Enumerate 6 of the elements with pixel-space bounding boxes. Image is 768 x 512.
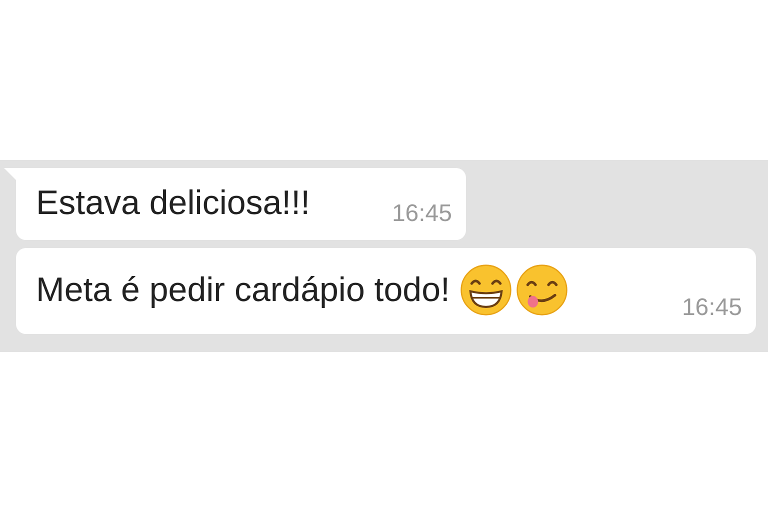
message-time: 16:45	[392, 200, 452, 229]
message-text: Meta é pedir cardápio todo!	[36, 270, 450, 310]
message-time: 16:45	[682, 294, 742, 323]
message-text: Estava deliciosa!!!	[36, 184, 310, 222]
grinning-face-icon	[460, 264, 512, 316]
face-with-tongue-icon	[516, 264, 568, 316]
